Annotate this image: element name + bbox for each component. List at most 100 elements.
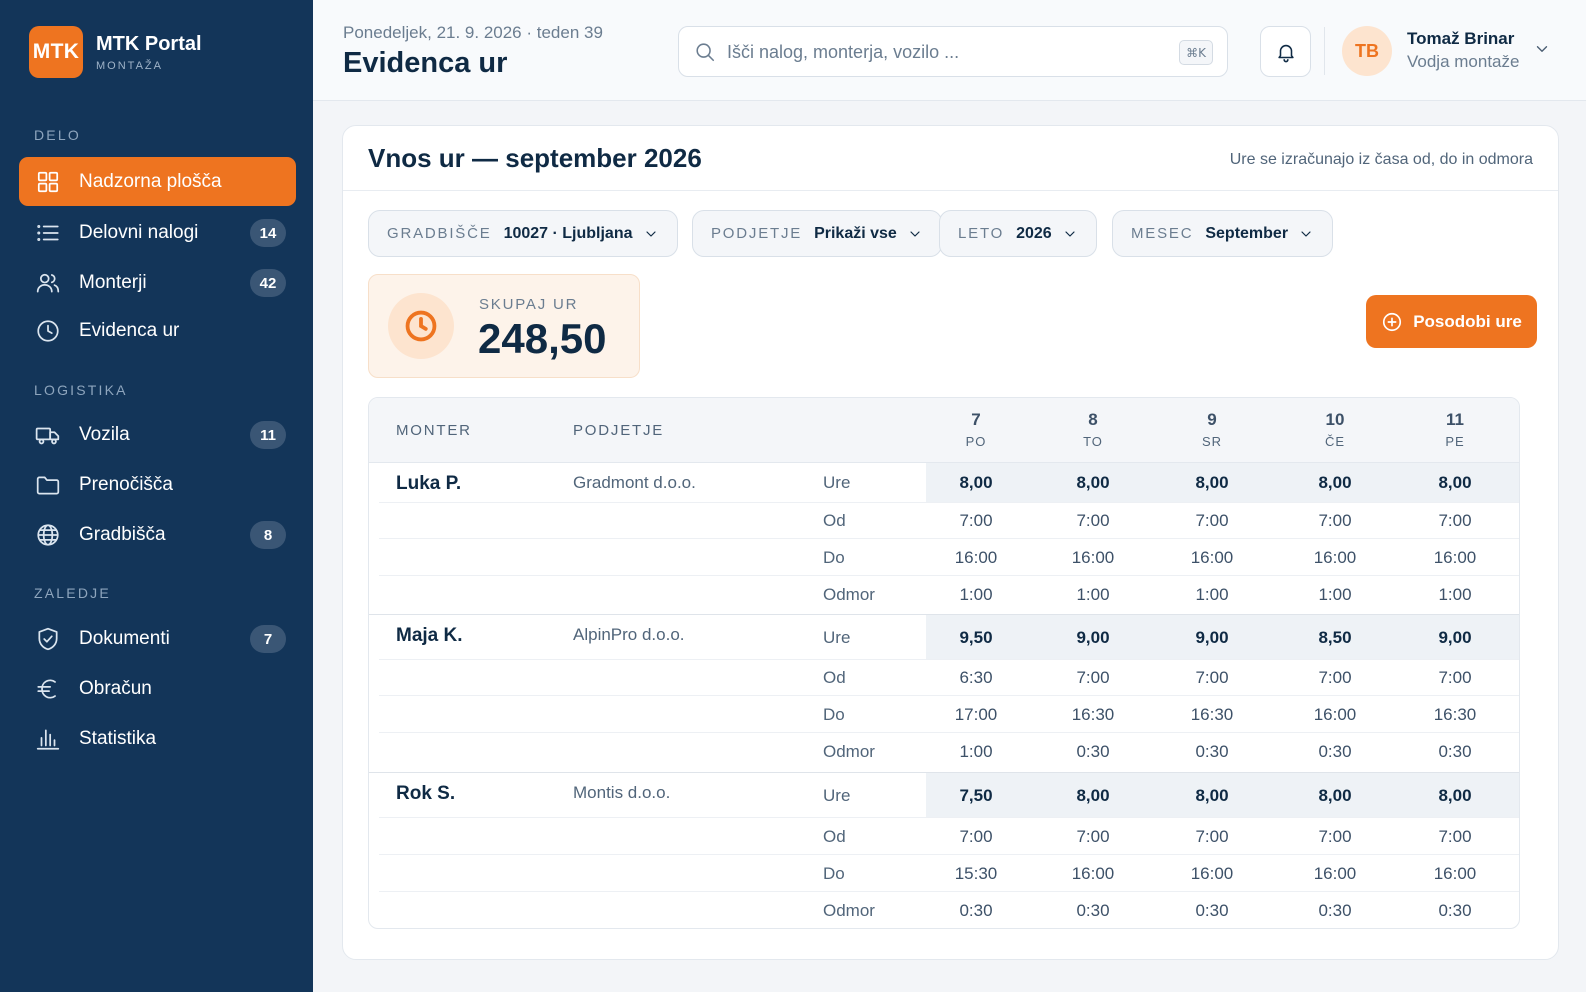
- sidebar-item-obracun[interactable]: Obračun: [19, 664, 296, 713]
- table-row-od: Od 7:00 7:00 7:00 7:00 7:00: [379, 503, 1519, 539]
- count-badge: 14: [250, 219, 286, 247]
- cell-ure[interactable]: 8,50: [1295, 628, 1375, 648]
- cell-ure[interactable]: 8,00: [1053, 473, 1133, 493]
- sidebar-item-prenocisca[interactable]: Prenočišča: [19, 460, 296, 509]
- worker-name[interactable]: Rok S.: [396, 783, 455, 805]
- cell-od[interactable]: 7:00: [1295, 511, 1375, 531]
- count-badge: 42: [250, 269, 286, 297]
- chevron-down-icon[interactable]: [1533, 40, 1551, 63]
- filter-gradbisce[interactable]: GRADBIŠČE 10027 · Ljubljana: [368, 210, 678, 257]
- cell-od[interactable]: 7:00: [1415, 668, 1495, 688]
- cell-do[interactable]: 16:30: [1053, 705, 1133, 725]
- cell-od[interactable]: 7:00: [936, 827, 1016, 847]
- cell-od[interactable]: 7:00: [936, 511, 1016, 531]
- cell-do[interactable]: 16:00: [1053, 864, 1133, 884]
- cell-do[interactable]: 16:00: [1415, 864, 1495, 884]
- filter-mesec[interactable]: MESEC September: [1112, 210, 1334, 257]
- cell-odmor[interactable]: 1:00: [1172, 585, 1252, 605]
- column-header-day: 9 SR: [1172, 410, 1252, 449]
- cell-do[interactable]: 16:00: [1415, 548, 1495, 568]
- cell-od[interactable]: 7:00: [1053, 827, 1133, 847]
- sidebar-item-label: Prenočišča: [79, 473, 173, 495]
- search-input[interactable]: [727, 37, 1157, 67]
- cell-ure[interactable]: 8,00: [1295, 786, 1375, 806]
- cell-ure[interactable]: 9,00: [1415, 628, 1495, 648]
- cell-do[interactable]: 16:00: [1172, 864, 1252, 884]
- hours-table: MONTER PODJETJE 7 PO 8 TO 9 SR 10 ČE 11 PE Luka P…: [368, 397, 1520, 929]
- sidebar-item-nadzorna-plosca[interactable]: Nadzorna plošča: [19, 157, 296, 206]
- cell-od[interactable]: 7:00: [1295, 668, 1375, 688]
- cell-ure[interactable]: 9,50: [936, 628, 1016, 648]
- cell-od[interactable]: 7:00: [1415, 511, 1495, 531]
- cell-odmor[interactable]: 0:30: [1053, 901, 1133, 921]
- sidebar-item-gradbisca[interactable]: Gradbišča 8: [19, 510, 296, 559]
- row-label: Odmor: [823, 585, 875, 604]
- cell-do[interactable]: 16:30: [1415, 705, 1495, 725]
- cell-ure[interactable]: 8,00: [1295, 473, 1375, 493]
- cell-od[interactable]: 7:00: [1415, 827, 1495, 847]
- cell-do[interactable]: 16:00: [1295, 548, 1375, 568]
- filter-leto[interactable]: LETO 2026: [939, 210, 1097, 257]
- sidebar-item-statistika[interactable]: Statistika: [19, 714, 296, 763]
- sidebar-item-evidenca-ur[interactable]: Evidenca ur: [19, 306, 296, 355]
- cell-do[interactable]: 17:00: [936, 705, 1016, 725]
- cell-ure[interactable]: 7,50: [936, 786, 1016, 806]
- cell-od[interactable]: 7:00: [1172, 668, 1252, 688]
- cell-ure[interactable]: 8,00: [936, 473, 1016, 493]
- user-name[interactable]: Tomaž Brinar: [1407, 29, 1514, 49]
- cell-ure[interactable]: 8,00: [1415, 473, 1495, 493]
- worker-name[interactable]: Maja K.: [396, 625, 463, 647]
- search-box[interactable]: ⌘K: [678, 26, 1228, 77]
- cell-do[interactable]: 16:00: [936, 548, 1016, 568]
- filter-podjetje[interactable]: PODJETJE Prikaži vse: [692, 210, 942, 257]
- cell-ure[interactable]: 9,00: [1172, 628, 1252, 648]
- cell-do[interactable]: 15:30: [936, 864, 1016, 884]
- cell-od[interactable]: 7:00: [1053, 511, 1133, 531]
- cell-odmor[interactable]: 0:30: [1295, 901, 1375, 921]
- worker-name[interactable]: Luka P.: [396, 473, 461, 495]
- cell-od[interactable]: 7:00: [1172, 511, 1252, 531]
- cell-odmor[interactable]: 1:00: [936, 742, 1016, 762]
- cell-ure[interactable]: 8,00: [1172, 786, 1252, 806]
- cell-odmor[interactable]: 0:30: [1172, 742, 1252, 762]
- cell-odmor[interactable]: 1:00: [1415, 585, 1495, 605]
- cell-do[interactable]: 16:00: [1053, 548, 1133, 568]
- brand-title: MTK Portal: [96, 32, 202, 55]
- update-hours-button[interactable]: Posodobi ure: [1366, 295, 1537, 348]
- row-label: Od: [823, 511, 846, 530]
- cell-ure[interactable]: 8,00: [1415, 786, 1495, 806]
- cell-od[interactable]: 7:00: [1172, 827, 1252, 847]
- top-header: Ponedeljek, 21. 9. 2026 · teden 39 Evide…: [313, 0, 1586, 101]
- cell-odmor[interactable]: 1:00: [1053, 585, 1133, 605]
- table-header: MONTER PODJETJE 7 PO 8 TO 9 SR 10 ČE 11 PE: [369, 398, 1519, 463]
- cell-od[interactable]: 7:00: [1295, 827, 1375, 847]
- cell-od[interactable]: 7:00: [1053, 668, 1133, 688]
- cell-do[interactable]: 16:00: [1295, 705, 1375, 725]
- cell-ure[interactable]: 9,00: [1053, 628, 1133, 648]
- plus-circle-icon: [1383, 312, 1402, 331]
- cell-odmor[interactable]: 0:30: [936, 901, 1016, 921]
- cell-do[interactable]: 16:00: [1295, 864, 1375, 884]
- notifications-button[interactable]: [1260, 26, 1311, 77]
- sidebar-item-vozila[interactable]: Vozila 11: [19, 410, 296, 459]
- cell-odmor[interactable]: 0:30: [1172, 901, 1252, 921]
- row-label: Ure: [823, 786, 851, 805]
- cell-odmor[interactable]: 0:30: [1053, 742, 1133, 762]
- avatar[interactable]: TB: [1342, 26, 1392, 76]
- filter-key: GRADBIŠČE: [387, 225, 492, 242]
- cell-do[interactable]: 16:30: [1172, 705, 1252, 725]
- cell-odmor[interactable]: 0:30: [1295, 742, 1375, 762]
- cell-odmor[interactable]: 0:30: [1415, 901, 1495, 921]
- cell-odmor[interactable]: 1:00: [1295, 585, 1375, 605]
- cell-odmor[interactable]: 0:30: [1415, 742, 1495, 762]
- cell-od[interactable]: 6:30: [936, 668, 1016, 688]
- cell-do[interactable]: 16:00: [1172, 548, 1252, 568]
- sidebar-item-delovni-nalogi[interactable]: Delovni nalogi 14: [19, 208, 296, 257]
- column-header-company: PODJETJE: [573, 422, 665, 439]
- cell-ure[interactable]: 8,00: [1172, 473, 1252, 493]
- sidebar-item-dokumenti[interactable]: Dokumenti 7: [19, 614, 296, 663]
- cell-ure[interactable]: 8,00: [1053, 786, 1133, 806]
- brand[interactable]: MTK MTK Portal MONTAŽA: [29, 26, 202, 78]
- cell-odmor[interactable]: 1:00: [936, 585, 1016, 605]
- sidebar-item-monterji[interactable]: Monterji 42: [19, 258, 296, 307]
